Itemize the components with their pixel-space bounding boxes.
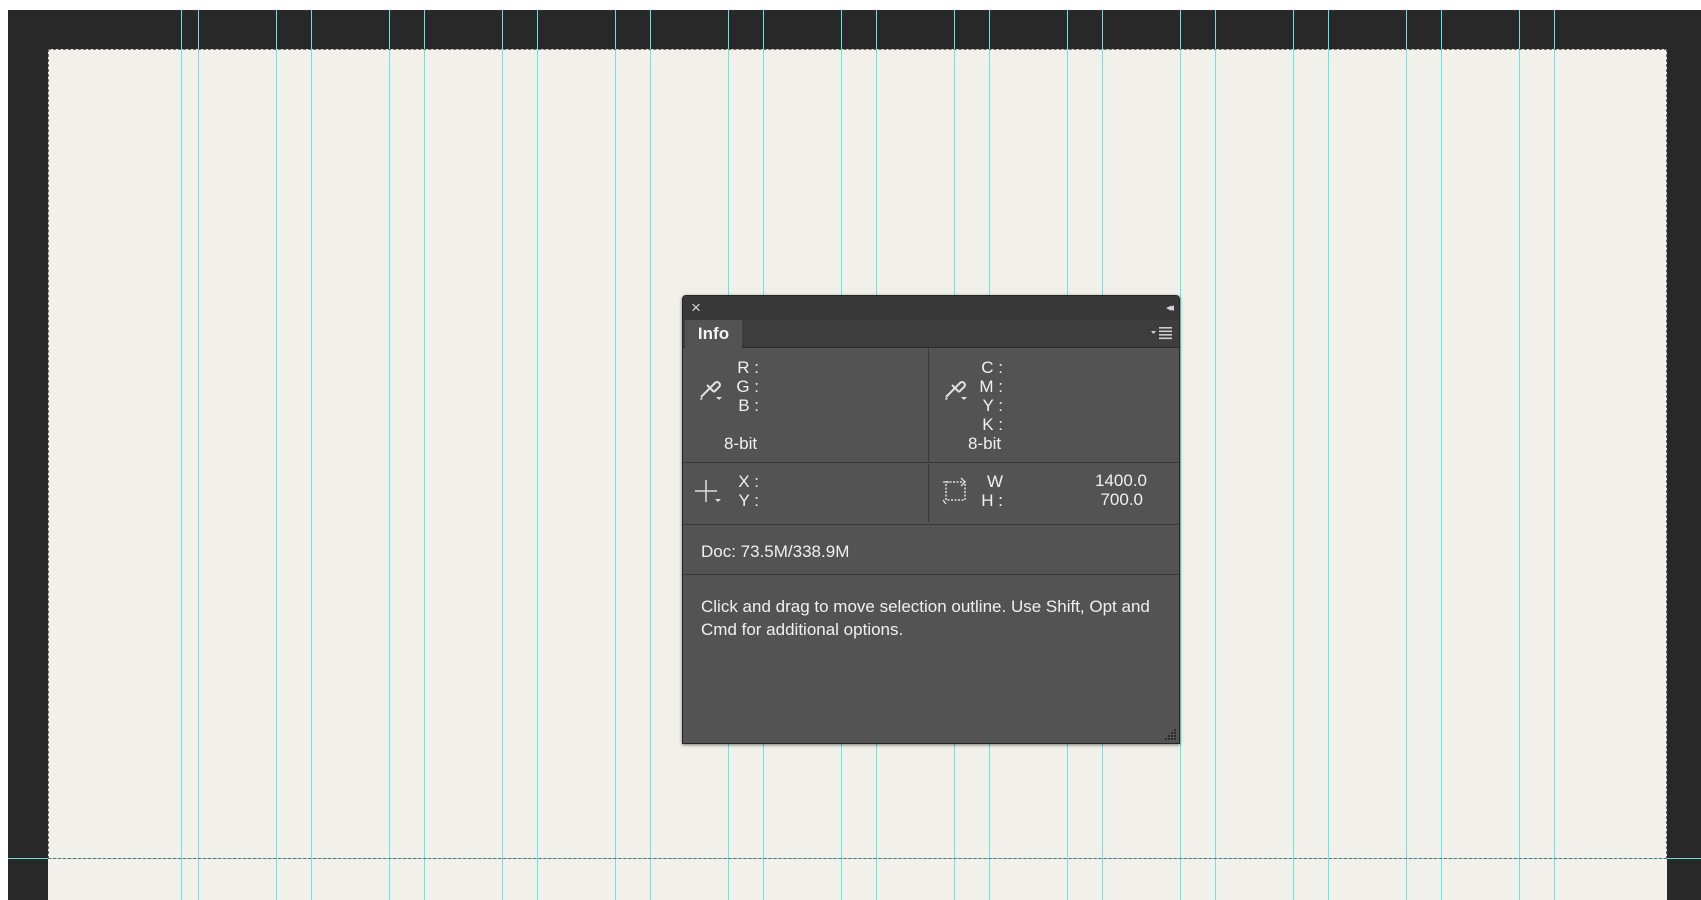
vertical-guide xyxy=(424,10,425,900)
k-label: K : xyxy=(982,415,1003,434)
w-value: 1400.0 xyxy=(1095,471,1147,490)
cmyk-bit-depth: 8-bit xyxy=(968,434,1002,453)
panel-titlebar[interactable]: × ◂◂ xyxy=(683,296,1179,320)
panel-menu-icon[interactable] xyxy=(1151,326,1173,340)
b-label: B : xyxy=(738,396,759,415)
panel-tabbar: Info xyxy=(683,320,1179,348)
selection-marquee-bottom xyxy=(48,858,1667,859)
close-icon[interactable]: × xyxy=(691,298,701,318)
vertical-guide xyxy=(537,10,538,900)
vertical-guide xyxy=(181,10,182,900)
m-label: M : xyxy=(979,377,1003,396)
doc-size-row: Doc: 73.5M/338.9M xyxy=(683,526,1179,575)
selection-size-icon[interactable] xyxy=(941,476,969,506)
divider xyxy=(928,348,929,462)
eyedropper-icon[interactable] xyxy=(942,376,968,402)
y-label: Y : xyxy=(738,491,759,510)
crosshair-icon[interactable] xyxy=(695,478,723,506)
vertical-guide xyxy=(1441,10,1442,900)
vertical-guide xyxy=(311,10,312,900)
vertical-guide xyxy=(389,10,390,900)
g-label: G : xyxy=(736,377,759,396)
tool-hint: Click and drag to move selection outline… xyxy=(701,597,1150,639)
divider xyxy=(928,464,929,522)
vertical-guide xyxy=(502,10,503,900)
vertical-guide xyxy=(1293,10,1294,900)
vertical-guide xyxy=(1328,10,1329,900)
vertical-guide xyxy=(198,10,199,900)
y-cmyk-label: Y : xyxy=(982,396,1003,415)
c-label: C : xyxy=(981,358,1003,377)
doc-size: Doc: 73.5M/338.9M xyxy=(701,542,850,561)
vertical-guide xyxy=(1215,10,1216,900)
resize-grip-icon[interactable] xyxy=(1163,727,1177,741)
vertical-guide xyxy=(650,10,651,900)
vertical-guide xyxy=(276,10,277,900)
vertical-guide xyxy=(1519,10,1520,900)
tab-info[interactable]: Info xyxy=(685,320,742,348)
collapse-icon[interactable]: ◂◂ xyxy=(1166,299,1174,317)
position-size-row: X : Y : W : H : 1400.0 700.0 xyxy=(683,464,1179,525)
x-label: X : xyxy=(738,472,759,491)
vertical-guide xyxy=(1180,10,1181,900)
color-readout-row: R : G : B : 8-bit C : M : Y : K : 8-bit xyxy=(683,348,1179,463)
vertical-guide xyxy=(1554,10,1555,900)
h-value: 700.0 xyxy=(1100,490,1143,509)
r-label: R : xyxy=(737,358,759,377)
vertical-guide xyxy=(1406,10,1407,900)
rgb-bit-depth: 8-bit xyxy=(724,434,758,453)
info-panel: × ◂◂ Info R : G : B : 8-bit C : M: Y: … xyxy=(682,295,1180,744)
vertical-guide xyxy=(615,10,616,900)
h-label: H : xyxy=(981,491,1003,510)
eyedropper-icon[interactable] xyxy=(697,376,723,402)
